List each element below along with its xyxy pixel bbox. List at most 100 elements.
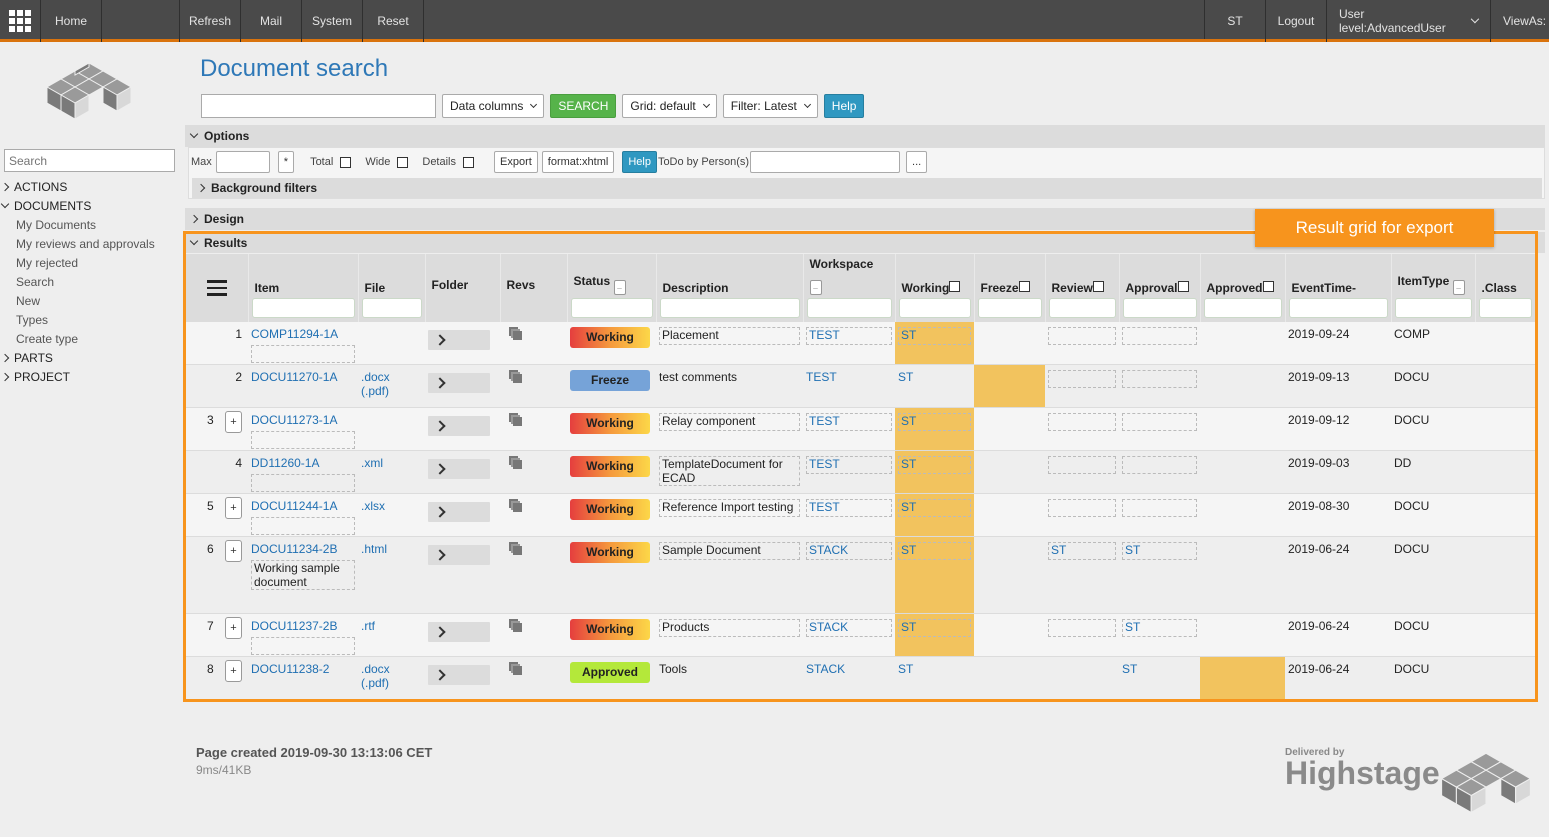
sidebar-section-parts[interactable]: PARTS <box>0 348 180 367</box>
folder-open-button[interactable] <box>428 544 490 565</box>
working-person-link[interactable]: ST <box>898 541 971 560</box>
filter-description-input[interactable] <box>659 297 800 318</box>
sidebar-section-documents[interactable]: DOCUMENTS <box>0 196 180 215</box>
workspace-link[interactable]: TEST <box>806 455 892 474</box>
background-filters-toggle[interactable]: Background filters <box>192 178 1542 198</box>
revisions-icon[interactable] <box>509 661 523 676</box>
description-text[interactable]: Relay component <box>659 412 800 431</box>
item-note-field[interactable] <box>251 636 355 655</box>
table-row[interactable]: 8 + DOCU11238-2 .docx (.pdf) Approved Tools ST… <box>186 655 1535 699</box>
freeze-checkbox[interactable] <box>1018 280 1030 292</box>
user-level-dropdown[interactable]: User level:AdvancedUser <box>1327 0 1491 42</box>
approval-person-field[interactable] <box>1122 369 1197 388</box>
home-button[interactable]: Home <box>41 0 102 42</box>
sidebar-item-create-type[interactable]: Create type <box>0 329 180 348</box>
revisions-icon[interactable] <box>509 455 523 470</box>
table-row[interactable]: 2 DOCU11270-1A .docx (.pdf) Freeze test comme… <box>186 363 1535 407</box>
apps-menu-button[interactable] <box>0 0 41 42</box>
column-header-status[interactable]: Status _ <box>567 254 657 321</box>
table-row[interactable]: 4 DD11260-1A .xml Working TemplateDocument f… <box>186 449 1535 493</box>
grid-dropdown[interactable]: Grid: default <box>622 94 717 118</box>
file-link[interactable]: .html <box>361 542 387 556</box>
working-person-link[interactable]: ST <box>898 662 913 676</box>
file-link[interactable]: .xml <box>361 456 383 470</box>
review-person-field[interactable]: ST <box>1048 541 1116 560</box>
data-columns-dropdown[interactable]: Data columns <box>442 94 545 118</box>
item-link[interactable]: DOCU11234-2B <box>251 542 337 556</box>
sidebar-item-my-documents[interactable]: My Documents <box>0 215 180 234</box>
filter-file-input[interactable] <box>361 297 422 318</box>
working-person-link[interactable]: ST <box>898 412 971 431</box>
file-link[interactable]: .xlsx <box>361 499 385 513</box>
workspace-link[interactable]: TEST <box>806 498 892 517</box>
sidebar-search-input[interactable] <box>4 149 175 172</box>
refresh-button[interactable]: Refresh <box>180 0 241 42</box>
mail-button[interactable]: Mail <box>241 0 302 42</box>
document-search-input[interactable] <box>201 94 436 118</box>
filter-item-type-input[interactable] <box>1394 297 1472 318</box>
approval-checkbox[interactable] <box>1177 280 1189 292</box>
expand-row-button[interactable]: + <box>225 616 242 639</box>
revisions-icon[interactable] <box>509 618 523 633</box>
view-as-button[interactable]: ViewAs: <box>1491 0 1549 42</box>
file-link[interactable]: .docx <box>361 370 390 384</box>
description-text[interactable]: Products <box>659 618 800 637</box>
filter-approval-input[interactable] <box>1122 297 1197 318</box>
hamburger-menu-icon[interactable] <box>206 280 227 296</box>
review-person-field[interactable] <box>1048 618 1116 637</box>
working-checkbox[interactable] <box>949 280 961 292</box>
folder-open-button[interactable] <box>428 372 490 393</box>
item-link[interactable]: DOCU11270-1A <box>251 370 337 384</box>
review-person-field[interactable] <box>1048 369 1116 388</box>
expand-row-button[interactable]: + <box>225 659 242 682</box>
item-note-field[interactable] <box>251 344 355 363</box>
sidebar-item-my-reviews[interactable]: My reviews and approvals <box>0 234 180 253</box>
approval-person-field[interactable]: ST <box>1122 541 1197 560</box>
item-note-field[interactable] <box>251 473 355 492</box>
sidebar-section-actions[interactable]: ACTIONS <box>0 177 180 196</box>
pdf-link[interactable]: (.pdf) <box>361 676 389 690</box>
revisions-icon[interactable] <box>509 541 523 556</box>
workspace-link[interactable]: TEST <box>806 412 892 431</box>
working-person-link[interactable]: ST <box>898 455 971 474</box>
table-row[interactable]: 7 + DOCU11237-2B .rtf Working Products STACK S… <box>186 612 1535 656</box>
expand-row-button[interactable]: + <box>225 539 242 562</box>
item-link[interactable]: DOCU11238-2 <box>251 662 329 676</box>
help-button[interactable]: Help <box>823 94 865 118</box>
folder-open-button[interactable] <box>428 664 490 685</box>
review-person-field[interactable] <box>1048 412 1116 431</box>
review-person-field[interactable] <box>1048 498 1116 517</box>
reset-button[interactable]: Reset <box>363 0 424 42</box>
working-person-link[interactable]: ST <box>898 618 971 637</box>
workspace-filter-toggle[interactable]: _ <box>809 279 822 295</box>
working-person-link[interactable]: ST <box>898 498 971 517</box>
expand-row-button[interactable]: + <box>225 496 242 519</box>
expand-row-button[interactable]: + <box>225 410 242 433</box>
approval-person-field[interactable] <box>1122 326 1197 345</box>
details-checkbox[interactable] <box>463 156 474 168</box>
column-header-freeze[interactable]: Freeze <box>974 254 1046 321</box>
export-button[interactable]: Export <box>494 151 538 173</box>
description-text[interactable]: Sample Document <box>659 541 800 560</box>
workspace-link[interactable]: TEST <box>806 326 892 345</box>
options-help-button[interactable]: Help <box>622 151 657 173</box>
approval-person-field[interactable] <box>1122 455 1197 474</box>
description-text[interactable]: Reference Import testing <box>659 498 800 517</box>
review-checkbox[interactable] <box>1092 280 1104 292</box>
description-text[interactable]: TemplateDocument for ECAD <box>659 455 800 486</box>
filter-class-input[interactable] <box>1478 297 1532 318</box>
item-link[interactable]: DOCU11237-2B <box>251 619 337 633</box>
table-row[interactable]: 5 + DOCU11244-1A .xlsx Working Reference Imp… <box>186 492 1535 536</box>
table-row[interactable]: 1 COMP11294-1A Working Placement TEST ST 2019-… <box>186 320 1535 364</box>
column-header-item[interactable]: Item <box>248 254 359 321</box>
folder-open-button[interactable] <box>428 415 490 436</box>
column-header-event-time[interactable]: EventTime- <box>1285 254 1392 321</box>
description-text[interactable]: Placement <box>659 326 800 345</box>
format-button[interactable]: format:xhtml <box>541 151 615 173</box>
review-person-field[interactable] <box>1048 455 1116 474</box>
folder-open-button[interactable] <box>428 621 490 642</box>
column-header-review[interactable]: Review <box>1045 254 1120 321</box>
folder-open-button[interactable] <box>428 329 490 350</box>
revisions-icon[interactable] <box>509 412 523 427</box>
filter-event-time-input[interactable] <box>1288 297 1388 318</box>
